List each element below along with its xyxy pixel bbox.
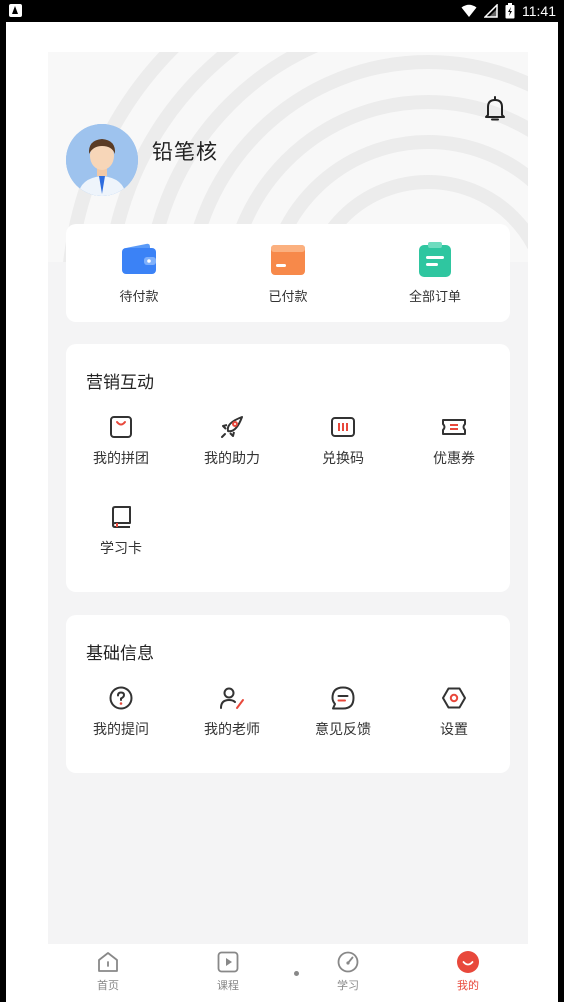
my-questions[interactable]: 我的提问 [76, 685, 166, 739]
tab-label: 我的 [457, 979, 479, 992]
tab-label: 学习 [337, 979, 359, 992]
grid-label: 设置 [440, 722, 468, 738]
tab-courses[interactable]: 课程 [198, 950, 258, 993]
grid-label: 优惠券 [433, 451, 475, 467]
coupons[interactable]: 优惠券 [409, 414, 499, 468]
order-all[interactable]: 全部订单 [390, 242, 480, 305]
order-label: 已付款 [268, 290, 308, 305]
tab-mine[interactable]: 我的 [438, 950, 498, 993]
grid-label: 意见反馈 [315, 722, 371, 738]
bell-icon [485, 96, 505, 121]
settings[interactable]: 设置 [409, 685, 499, 739]
avatar-illustration [66, 124, 138, 196]
teacher-icon [220, 687, 244, 709]
wallet-icon [122, 243, 156, 274]
my-boost[interactable]: 我的助力 [187, 414, 277, 468]
play-icon [217, 951, 239, 973]
grid-label: 我的助力 [204, 451, 260, 467]
order-pending-payment[interactable]: 待付款 [94, 242, 184, 305]
order-paid[interactable]: 已付款 [243, 242, 333, 305]
tab-home[interactable]: 首页 [78, 950, 138, 993]
tab-study[interactable]: 学习 [318, 950, 378, 993]
grid-label: 我的提问 [93, 722, 149, 738]
bag-icon [110, 416, 132, 438]
my-group-buy[interactable]: 我的拼团 [76, 414, 166, 468]
card-icon [271, 245, 305, 275]
gauge-icon [337, 951, 359, 973]
orders-card: 待付款 已付款 全部订单 [66, 224, 510, 322]
book-card-icon [112, 506, 131, 528]
question-icon [109, 686, 133, 710]
basic-info-card: 基础信息 我的提问 我的老师 意见反馈 设置 [66, 615, 510, 773]
notification-bell-button[interactable] [480, 94, 510, 124]
app-screen: 铅笔核 待付款 已付款 全部订单 营销互动 我的拼团 我的助力 兑换码 优惠券 … [6, 22, 558, 1002]
order-label: 全部订单 [408, 290, 461, 305]
wifi-icon [461, 4, 477, 17]
marketing-card: 营销互动 我的拼团 我的助力 兑换码 优惠券 学习卡 [66, 344, 510, 592]
section-title: 基础信息 [86, 644, 154, 664]
grid-label: 我的老师 [204, 722, 260, 738]
redeem-code[interactable]: 兑换码 [298, 414, 388, 468]
clipboard-icon [419, 242, 451, 277]
feedback-icon [331, 686, 355, 710]
grid-label: 兑换码 [322, 451, 364, 467]
grid-label: 我的拼团 [93, 451, 149, 467]
tab-divider-dot [294, 971, 299, 976]
barcode-icon [331, 417, 355, 437]
tab-label: 首页 [97, 979, 119, 992]
section-title: 营销互动 [86, 373, 154, 393]
user-avatar[interactable] [66, 124, 138, 196]
order-label: 待付款 [119, 290, 159, 305]
study-card[interactable]: 学习卡 [76, 504, 166, 558]
bottom-tab-bar: 首页 课程 学习 我的 [48, 944, 528, 1002]
username: 铅笔核 [152, 140, 218, 164]
settings-icon [442, 687, 466, 709]
grid-label: 学习卡 [100, 541, 142, 557]
status-time: 11:41 [522, 3, 556, 19]
ticket-icon [442, 419, 466, 435]
rocket-icon [221, 416, 243, 438]
tab-label: 课程 [217, 979, 239, 992]
battery-charging-icon [505, 3, 515, 19]
app-notification-icon [9, 4, 22, 17]
feedback[interactable]: 意见反馈 [298, 685, 388, 739]
profile-page: 铅笔核 待付款 已付款 全部订单 营销互动 我的拼团 我的助力 兑换码 优惠券 … [48, 52, 528, 1002]
status-bar: 11:41 [0, 0, 564, 22]
signal-icon [484, 4, 498, 18]
smile-icon [457, 951, 479, 973]
home-icon [98, 952, 118, 972]
my-teachers[interactable]: 我的老师 [187, 685, 277, 739]
